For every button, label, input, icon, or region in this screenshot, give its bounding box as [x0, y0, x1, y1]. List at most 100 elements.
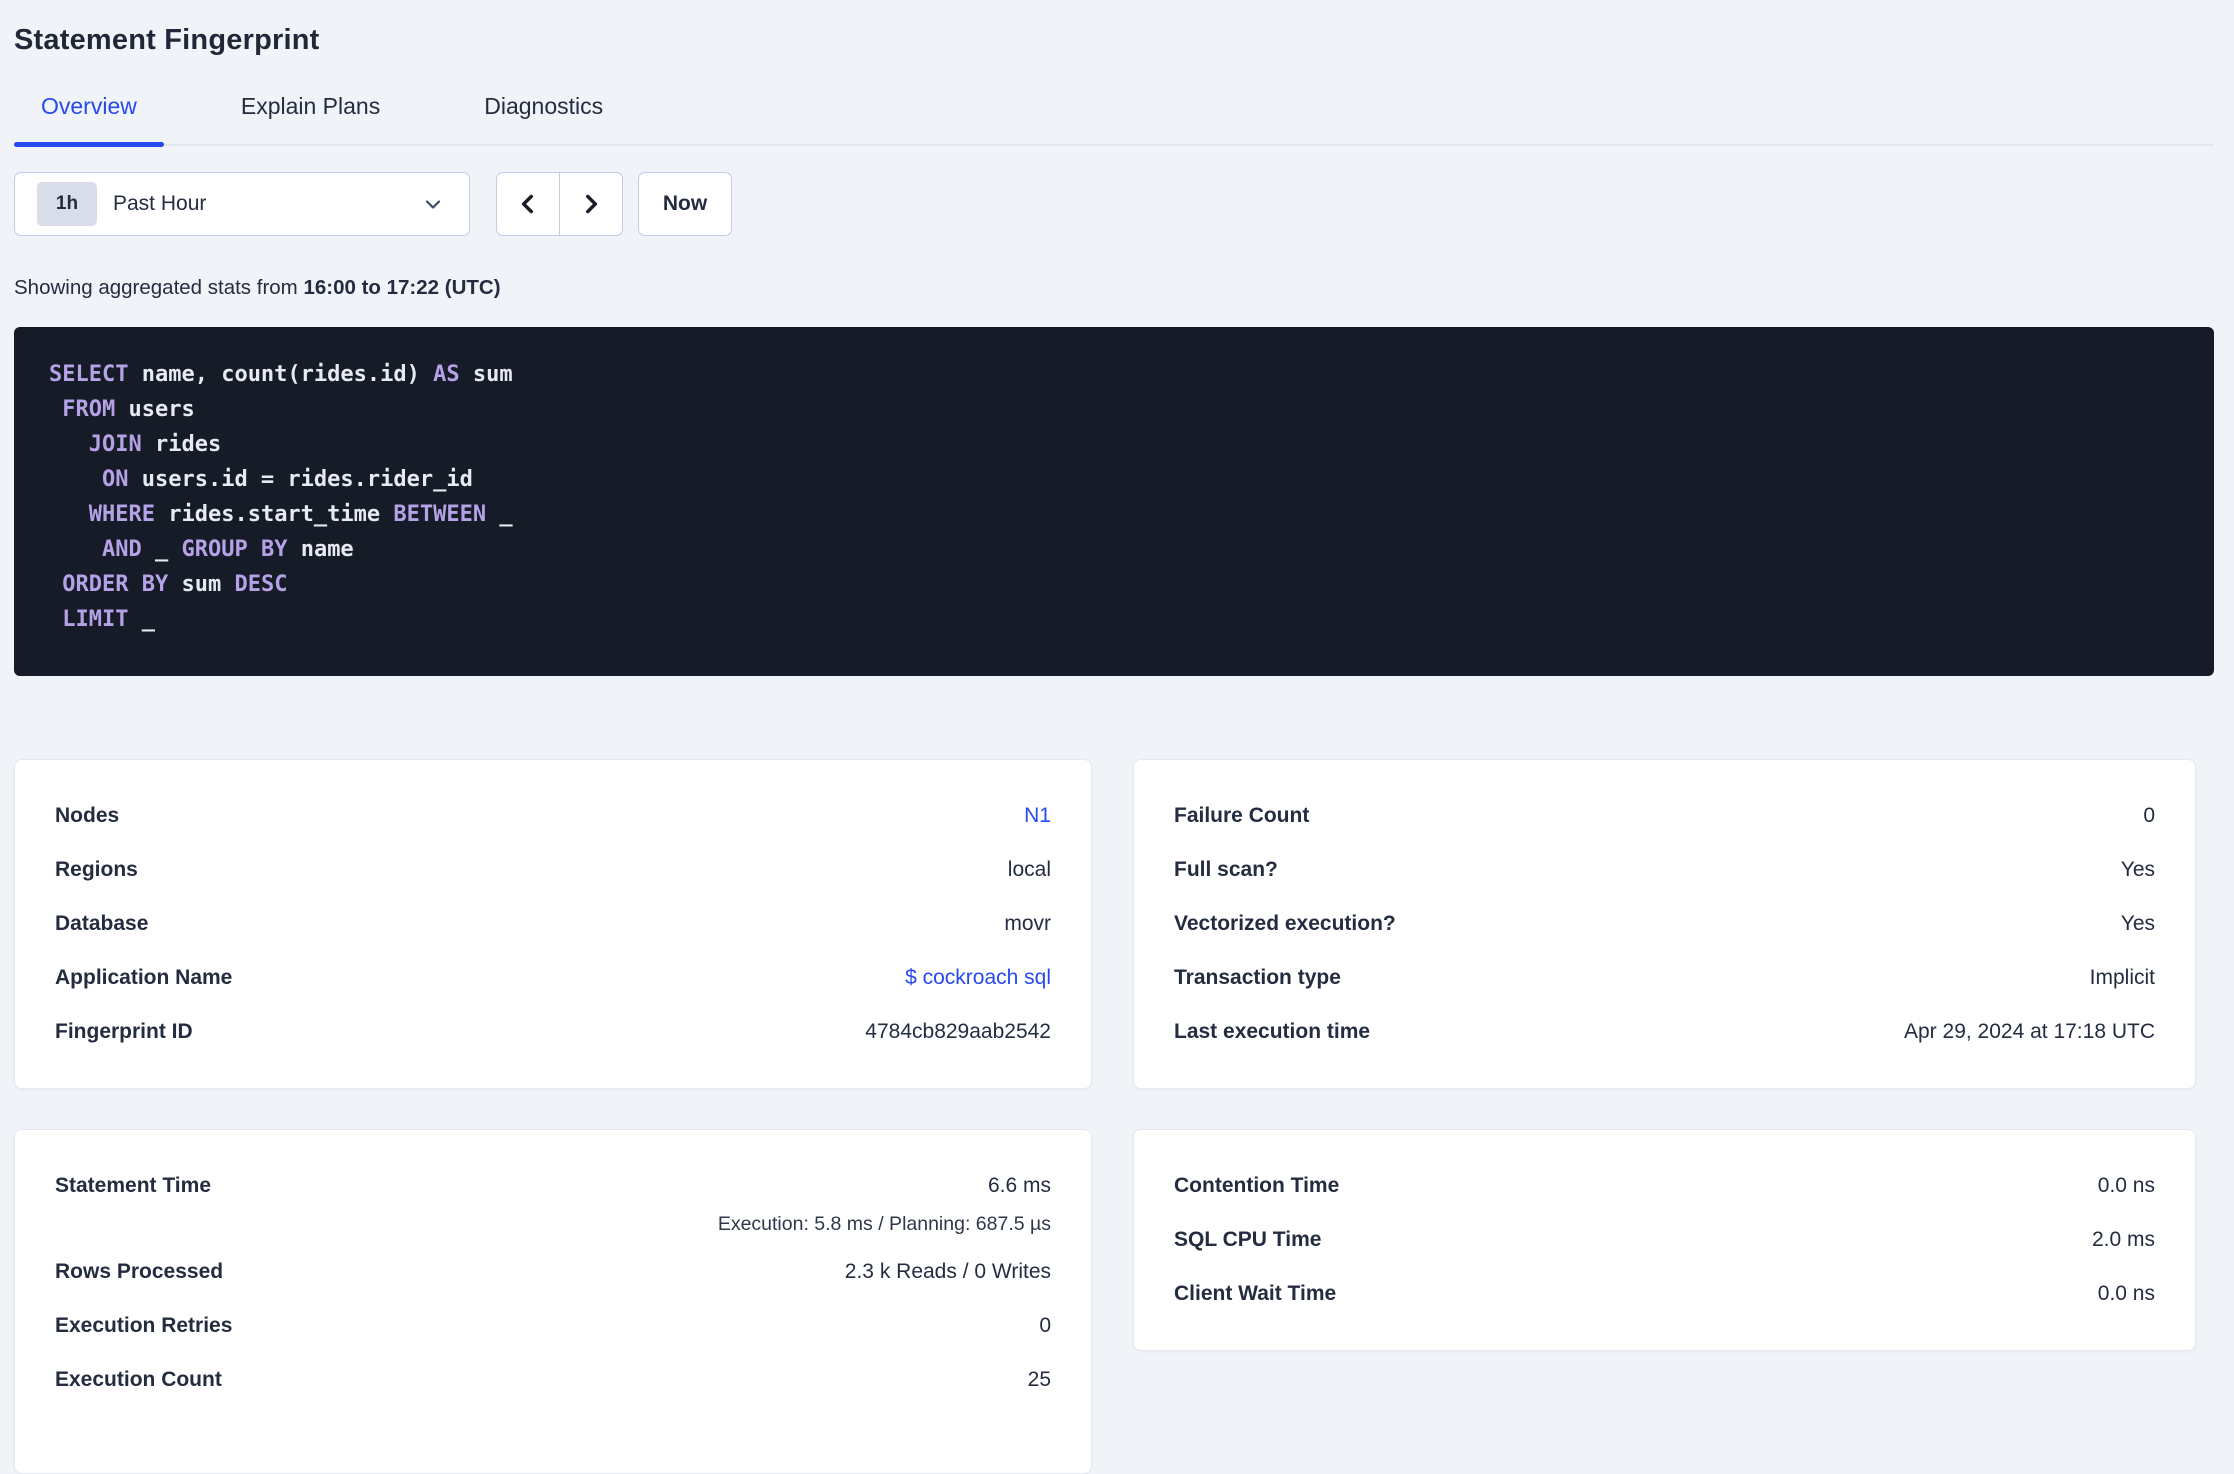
row-value: 6.6 ms	[987, 1174, 1051, 1197]
detail-row: Application Name $ cockroach sql	[55, 951, 1051, 1005]
row-value: Apr 29, 2024 at 17:18 UTC	[1904, 1020, 2155, 1043]
tab-explain-plans-label: Explain Plans	[240, 93, 381, 119]
row-label: Database	[55, 912, 149, 935]
chevron-left-icon	[521, 194, 533, 214]
sql-token: GROUP BY	[181, 537, 288, 562]
row-label: Statement Time	[55, 1174, 211, 1197]
detail-row: Client Wait Time 0.0 ns	[1174, 1267, 2155, 1321]
row-value: Yes	[2120, 858, 2155, 881]
row-label: Execution Retries	[55, 1314, 233, 1337]
sql-token: DESC	[234, 572, 288, 597]
row-label: Client Wait Time	[1174, 1282, 1337, 1305]
now-button-label: Now	[662, 192, 708, 215]
aggregation-caption-prefix: Showing aggregated stats from	[14, 276, 304, 299]
statement-timing-card: Statement Time 6.6 ms Execution: 5.8 ms …	[14, 1129, 1092, 1474]
wait-time-card: Contention Time 0.0 ns SQL CPU Time 2.0 …	[1133, 1129, 2196, 1351]
statement-fingerprint-page: Statement Fingerprint Overview Explain P…	[0, 0, 2234, 1474]
detail-row: Rows Processed 2.3 k Reads / 0 Writes	[55, 1245, 1051, 1299]
statement-details-card: Nodes N1 Regions local Database movr App…	[14, 759, 1092, 1089]
row-value: 2.3 k Reads / 0 Writes	[844, 1260, 1051, 1283]
sql-line: AND _ GROUP BY name	[49, 532, 2184, 567]
row-value: 0.0 ns	[2097, 1282, 2155, 1305]
row-value: Yes	[2120, 912, 2155, 935]
row-label: Execution Count	[55, 1368, 222, 1391]
row-label: Fingerprint ID	[55, 1020, 193, 1043]
row-label: Last execution time	[1174, 1020, 1371, 1043]
row-value: 0.0 ns	[2097, 1174, 2155, 1197]
sql-token: rides.start_time	[154, 502, 394, 527]
page-title: Statement Fingerprint	[14, 24, 320, 56]
sql-line: LIMIT _	[49, 602, 2184, 637]
sql-token: users.id = rides.rider_id	[128, 467, 473, 492]
statement-time-breakdown: Execution: 5.8 ms / Planning: 687.5 µs	[717, 1213, 1051, 1235]
sql-token: SELECT	[49, 362, 129, 387]
next-interval-button[interactable]	[559, 173, 622, 235]
tab-overview[interactable]: Overview	[14, 93, 164, 147]
sql-token: rides	[141, 432, 222, 457]
now-button[interactable]: Now	[638, 172, 732, 236]
aggregation-caption: Showing aggregated stats from 16:00 to 1…	[14, 276, 2214, 300]
sql-token: BETWEEN	[393, 502, 487, 527]
chevron-right-icon	[586, 194, 598, 214]
row-label: Contention Time	[1174, 1174, 1340, 1197]
sql-token: ON	[101, 467, 129, 492]
previous-interval-button[interactable]	[497, 173, 559, 235]
row-label: Application Name	[55, 966, 233, 989]
detail-row: Failure Count 0	[1174, 789, 2155, 843]
detail-row: Execution Count 25	[55, 1353, 1051, 1407]
detail-row: Last execution time Apr 29, 2024 at 17:1…	[1174, 1005, 2155, 1059]
detail-row: Transaction type Implicit	[1174, 951, 2155, 1005]
overview-cards-grid: Nodes N1 Regions local Database movr App…	[14, 759, 2214, 1474]
row-value: 2.0 ms	[2091, 1228, 2155, 1251]
detail-row: Fingerprint ID 4784cb829aab2542	[55, 1005, 1051, 1059]
detail-row: Vectorized execution? Yes	[1174, 897, 2155, 951]
sql-line: ORDER BY sum DESC	[49, 567, 2184, 602]
row-label: SQL CPU Time	[1174, 1228, 1322, 1251]
execution-attributes-card: Failure Count 0 Full scan? Yes Vectorize…	[1133, 759, 2196, 1089]
row-label: Nodes	[55, 804, 120, 827]
sql-line: JOIN rides	[49, 427, 2184, 462]
sql-token: WHERE	[88, 502, 155, 527]
sql-token: sum	[459, 362, 513, 387]
sql-token: name, count(rides.id)	[128, 362, 434, 387]
detail-row: Contention Time 0.0 ns	[1174, 1159, 2155, 1213]
interval-step-button-group	[496, 172, 623, 236]
tab-explain-plans[interactable]: Explain Plans	[214, 93, 407, 144]
row-label: Transaction type	[1174, 966, 1341, 989]
tab-bar: Overview Explain Plans Diagnostics	[14, 93, 2214, 147]
detail-row: SQL CPU Time 2.0 ms	[1174, 1213, 2155, 1267]
row-value: movr	[1004, 912, 1051, 935]
sql-token: sum	[168, 572, 235, 597]
interval-badge: 1h	[37, 182, 97, 226]
application-name-link[interactable]: $ cockroach sql	[905, 966, 1051, 990]
sql-line: WHERE rides.start_time BETWEEN _	[49, 497, 2184, 532]
detail-row: Nodes N1	[55, 789, 1051, 843]
sql-line: FROM users	[49, 392, 2184, 427]
sql-token: _	[128, 607, 155, 632]
sql-token: FROM	[62, 397, 116, 422]
sql-token: AS	[433, 362, 460, 387]
tab-diagnostics[interactable]: Diagnostics	[457, 93, 630, 144]
detail-row: Statement Time 6.6 ms	[55, 1159, 1051, 1213]
nodes-link[interactable]: N1	[1024, 804, 1051, 828]
sql-token: AND	[101, 537, 142, 562]
detail-row: Database movr	[55, 897, 1051, 951]
sql-token: ORDER BY	[62, 572, 169, 597]
row-label: Failure Count	[1174, 804, 1310, 827]
chevron-down-icon	[425, 200, 441, 209]
sql-statement-box: SELECT name, count(rides.id) AS sum FROM…	[14, 327, 2214, 676]
detail-row: Execution Retries 0	[55, 1299, 1051, 1353]
interval-label: Past Hour	[113, 192, 207, 215]
row-value: Implicit	[2089, 966, 2155, 989]
time-interval-dropdown[interactable]: 1h Past Hour	[14, 172, 470, 236]
tab-diagnostics-label: Diagnostics	[484, 93, 604, 119]
sql-token: LIMIT	[62, 607, 129, 632]
sql-line: SELECT name, count(rides.id) AS sum	[49, 357, 2184, 392]
row-label: Full scan?	[1174, 858, 1278, 881]
